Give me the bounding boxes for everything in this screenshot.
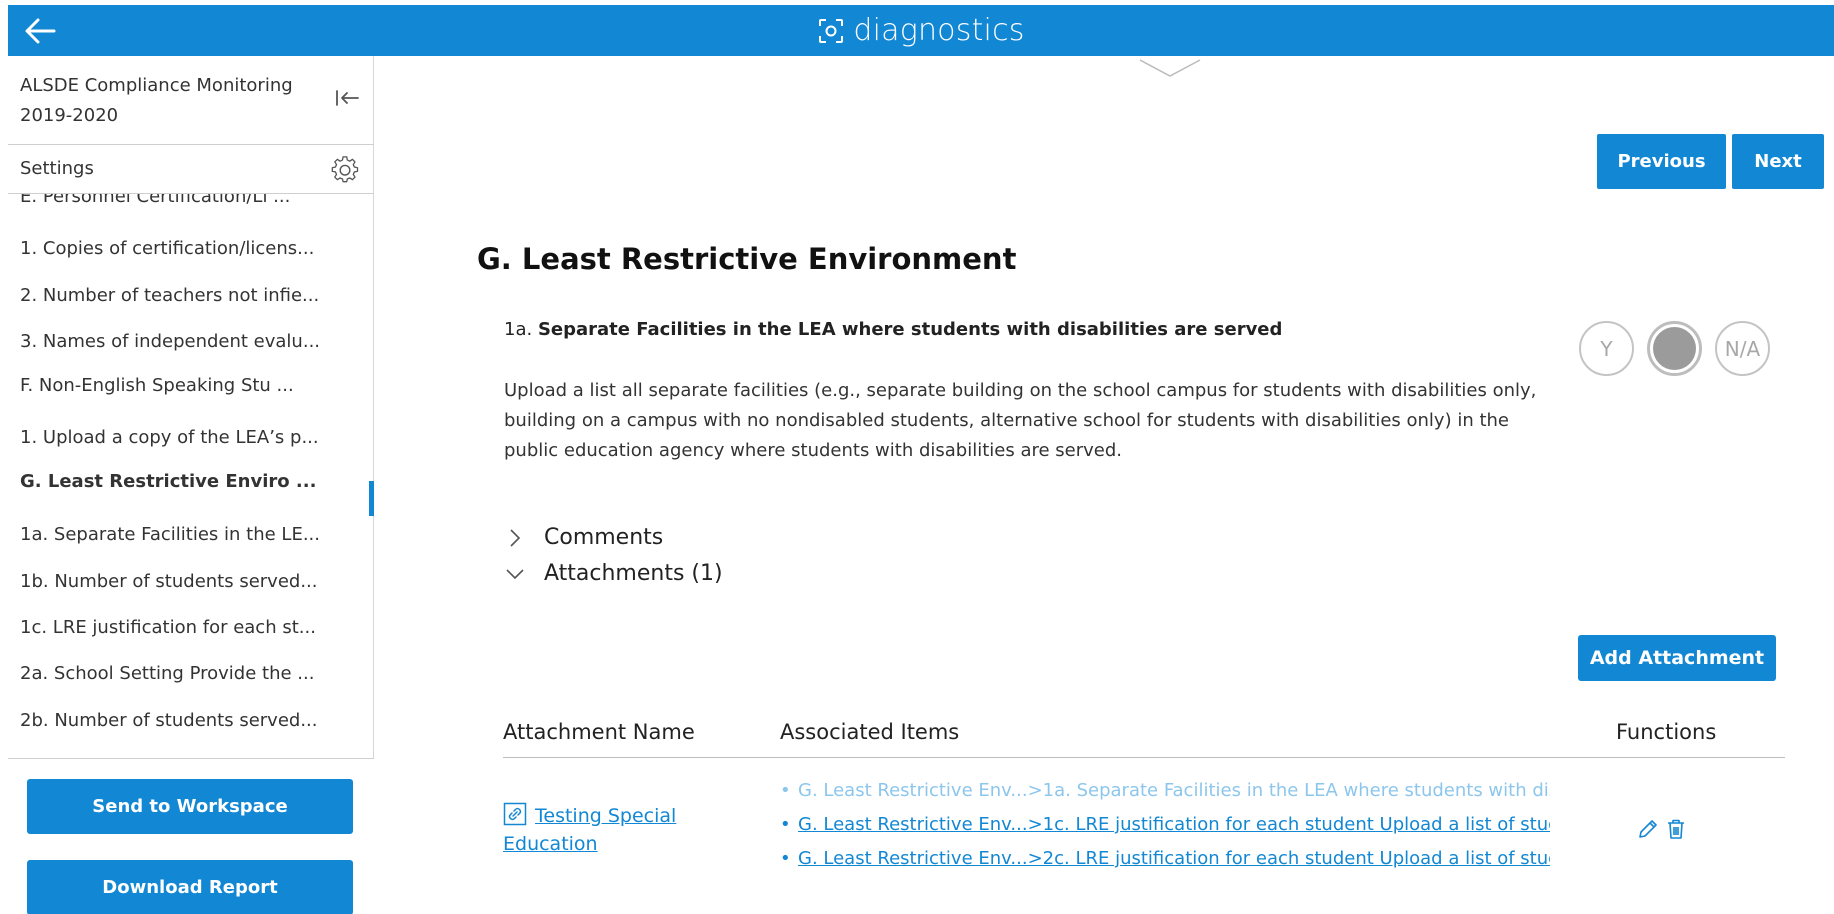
sidebar-item-g2b[interactable]: 2b. Number of students served... bbox=[20, 710, 360, 731]
chevron-down-icon[interactable] bbox=[1138, 58, 1202, 80]
associated-item: • G. Least Restrictive Env...>1c. LRE jus… bbox=[780, 814, 1550, 835]
collapse-sidebar-button[interactable] bbox=[332, 86, 362, 110]
question-heading: Separate Facilities in the LEA where stu… bbox=[537, 319, 1283, 340]
attachments-label: Attachments (1) bbox=[544, 561, 723, 586]
associated-item-link[interactable]: G. Least Restrictive Env...>2c. LRE just… bbox=[798, 848, 1550, 869]
app-title-text: diagnostics bbox=[853, 13, 1025, 48]
bullet: • bbox=[780, 780, 791, 801]
question-title: 1a. Separate Facilities in the LEA where… bbox=[504, 319, 1282, 340]
sidebar-item-e2[interactable]: 2. Number of teachers not infie... bbox=[20, 285, 360, 306]
attachments-toggle[interactable]: Attachments (1) bbox=[504, 561, 723, 586]
sidebar-footer: Send to Workspace Download Report bbox=[8, 758, 374, 914]
column-header-attachment-name: Attachment Name bbox=[503, 720, 695, 744]
question-description: Upload a list all separate facilities (e… bbox=[504, 380, 1537, 461]
answer-yes-label: Y bbox=[1600, 336, 1613, 361]
sidebar-item-g1b[interactable]: 1b. Number of students served... bbox=[20, 571, 360, 592]
download-report-button[interactable]: Download Report bbox=[27, 860, 353, 914]
sidebar-item-section-g[interactable]: G. Least Restrictive Enviro ... bbox=[20, 471, 360, 492]
answer-yes-button[interactable]: Y bbox=[1579, 321, 1634, 376]
link-icon[interactable] bbox=[503, 802, 527, 826]
associated-item: • G. Least Restrictive Env...>1a. Separat… bbox=[780, 780, 1550, 801]
trash-icon[interactable] bbox=[1664, 817, 1688, 841]
sidebar-item-e3[interactable]: 3. Names of independent evalu... bbox=[20, 331, 360, 352]
answer-na-label: N/A bbox=[1724, 336, 1761, 361]
comments-toggle[interactable]: Comments bbox=[504, 525, 663, 550]
sidebar-nav: E. Personnel Certification/Li ... 1. Cop… bbox=[8, 194, 374, 814]
comments-label: Comments bbox=[544, 525, 664, 550]
focus-scan-icon bbox=[819, 18, 844, 43]
attachment-name: Testing Special Education bbox=[503, 802, 703, 858]
sidebar-item-g1c[interactable]: 1c. LRE justification for each st... bbox=[20, 617, 360, 638]
add-attachment-button[interactable]: Add Attachment bbox=[1578, 635, 1776, 681]
sidebar-item-section-f[interactable]: F. Non-English Speaking Stu ... bbox=[20, 375, 360, 396]
associated-item-link[interactable]: G. Least Restrictive Env...>1c. LRE just… bbox=[798, 814, 1550, 835]
sidebar-item-f1[interactable]: 1. Upload a copy of the LEA’s p... bbox=[20, 427, 360, 448]
sidebar-item-g1a[interactable]: 1a. Separate Facilities in the LE... bbox=[20, 524, 360, 545]
sidebar-item-section-e[interactable]: E. Personnel Certification/Li ... bbox=[20, 194, 360, 207]
column-header-functions: Functions bbox=[1616, 720, 1717, 744]
answer-na-button[interactable]: N/A bbox=[1715, 321, 1770, 376]
next-button[interactable]: Next bbox=[1732, 134, 1824, 189]
active-item-indicator bbox=[369, 481, 374, 516]
table-divider bbox=[503, 757, 1785, 758]
chevron-right-icon bbox=[510, 528, 521, 547]
selected-indicator bbox=[1653, 327, 1696, 370]
column-header-associated-items: Associated Items bbox=[780, 720, 960, 744]
pencil-icon[interactable] bbox=[1636, 817, 1660, 841]
collapse-sidebar-icon bbox=[336, 90, 359, 106]
attachment-link[interactable]: Testing Special Education bbox=[503, 805, 676, 855]
settings-button[interactable] bbox=[330, 155, 360, 185]
app-title: diagnostics bbox=[8, 5, 1834, 56]
sidebar: ALSDE Compliance Monitoring 2019-2020 Se… bbox=[8, 56, 374, 914]
chevron-down-icon bbox=[506, 568, 524, 579]
app-header: diagnostics bbox=[8, 5, 1834, 56]
send-to-workspace-button[interactable]: Send to Workspace bbox=[27, 779, 353, 834]
sidebar-title: ALSDE Compliance Monitoring 2019-2020 bbox=[20, 75, 293, 126]
bullet: • bbox=[780, 848, 791, 869]
sidebar-settings[interactable]: Settings bbox=[8, 146, 374, 194]
answer-no-button[interactable] bbox=[1647, 321, 1702, 376]
sidebar-item-e1[interactable]: 1. Copies of certification/licens... bbox=[20, 238, 360, 259]
settings-label: Settings bbox=[20, 158, 94, 179]
bullet: • bbox=[780, 814, 791, 835]
section-title: G. Least Restrictive Environment bbox=[477, 242, 1017, 276]
sidebar-item-g2a[interactable]: 2a. School Setting Provide the ... bbox=[20, 663, 360, 684]
question-number: 1a. bbox=[504, 319, 533, 340]
gear-icon bbox=[331, 156, 359, 183]
associated-item-link[interactable]: G. Least Restrictive Env...>1a. Separate… bbox=[798, 780, 1550, 801]
associated-item: • G. Least Restrictive Env...>2c. LRE jus… bbox=[780, 848, 1550, 869]
sidebar-header: ALSDE Compliance Monitoring 2019-2020 bbox=[8, 56, 374, 145]
previous-button[interactable]: Previous bbox=[1597, 134, 1726, 189]
